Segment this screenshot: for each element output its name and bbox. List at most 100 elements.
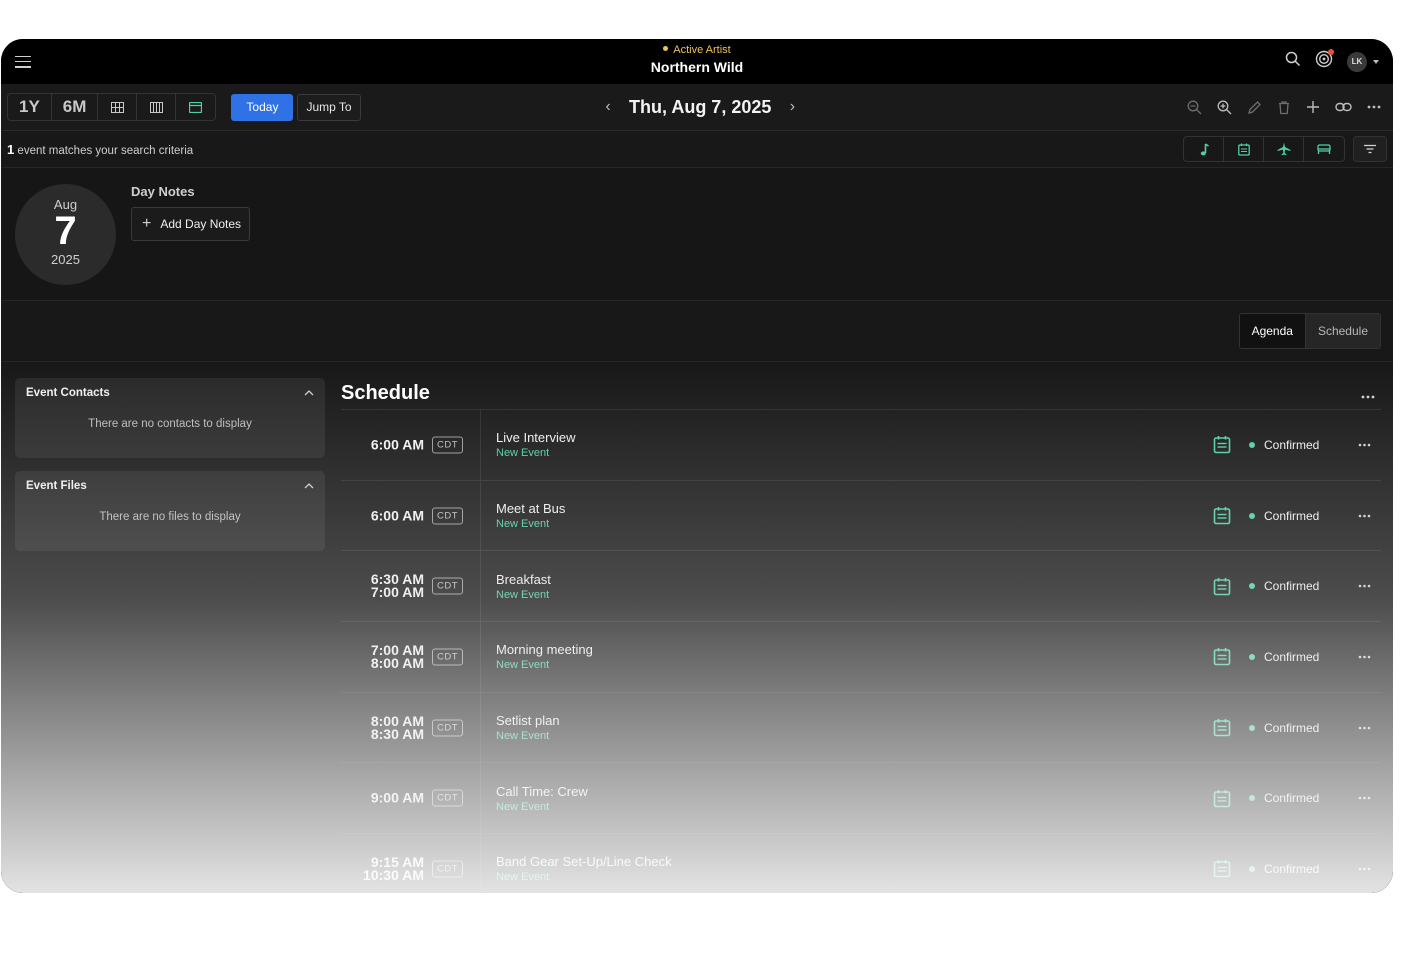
month-grid-view-button[interactable] (98, 94, 138, 120)
schedule-row[interactable]: 8:00 AM 8:30 AM CDT Setlist plan New Event Co… (341, 692, 1381, 764)
calendar-icon (1213, 647, 1231, 666)
row-more-icon[interactable] (1358, 655, 1371, 659)
status-dot (1249, 512, 1255, 519)
artist-header: Active Artist Northern Wild (1, 44, 1393, 77)
event-time-cell: 6:30 AM 7:00 AM CDT (341, 551, 481, 622)
search-icon[interactable] (1285, 51, 1301, 72)
user-menu[interactable]: LK (1347, 51, 1379, 72)
calendar-icon (1213, 718, 1231, 737)
music-filter-button[interactable] (1184, 137, 1224, 161)
event-end-time: 8:30 AM (370, 725, 424, 742)
schedule-row[interactable]: 9:00 AM CDT Call Time: Crew New Event Confir… (341, 763, 1381, 835)
event-status-area: Confirmed (1213, 693, 1371, 763)
event-time-cell: 9:15 AM 10:30 AM CDT (341, 834, 481, 893)
artist-name[interactable]: Northern Wild (1, 57, 1393, 77)
chevron-left-icon[interactable]: ‹ (601, 98, 615, 116)
day-header: Aug 7 2025 Day Notes + Add Day Notes (1, 169, 1393, 301)
trash-icon[interactable] (1277, 100, 1291, 115)
date-badge: Aug 7 2025 (15, 184, 116, 285)
range-1y-button[interactable]: 1Y (8, 94, 52, 120)
schedule-row[interactable]: 9:15 AM 10:30 AM CDT Band Gear Set-Up/Line … (341, 834, 1381, 893)
event-start-time: 6:00 AM (370, 436, 424, 453)
schedule-title: Schedule (341, 382, 430, 404)
link-icon[interactable] (1335, 101, 1352, 113)
status-dot (1249, 724, 1255, 731)
event-time: 6:00 AM (370, 436, 424, 453)
event-status[interactable]: Confirmed (1264, 509, 1342, 523)
row-more-icon[interactable] (1358, 443, 1371, 447)
event-status[interactable]: Confirmed (1264, 650, 1342, 664)
agenda-tab[interactable]: Agenda (1239, 314, 1305, 348)
schedule-row[interactable]: 6:00 AM CDT Meet at Bus New Event Confirmed (341, 480, 1381, 552)
timezone-badge: CDT (432, 436, 464, 454)
menu-icon[interactable] (15, 55, 31, 68)
schedule-tab[interactable]: Schedule (1304, 314, 1380, 348)
event-status[interactable]: Confirmed (1264, 791, 1342, 805)
zoom-in-icon[interactable] (1217, 100, 1232, 115)
event-time: 8:00 AM 8:30 AM (370, 714, 424, 742)
calendar-toolbar: 1Y 6M Today Jump To ‹ Thu, Aug 7, 2025 › (1, 84, 1393, 131)
day-view-icon (189, 101, 203, 113)
event-status[interactable]: Confirmed (1264, 579, 1342, 593)
pencil-icon[interactable] (1247, 100, 1262, 115)
top-bar: Active Artist Northern Wild LK (1, 39, 1393, 84)
caret-down-icon (1373, 59, 1379, 64)
event-end-time: 8:00 AM (370, 654, 424, 671)
row-more-icon[interactable] (1358, 726, 1371, 730)
chevron-up-icon[interactable] (304, 483, 314, 489)
avatar: LK (1347, 51, 1367, 72)
more-icon[interactable] (1367, 105, 1381, 109)
event-status-area: Confirmed (1213, 551, 1371, 621)
event-time: 9:00 AM (371, 791, 424, 805)
event-status-area: Confirmed (1213, 410, 1371, 480)
today-button[interactable]: Today (231, 93, 294, 121)
event-status-area: Confirmed (1213, 763, 1371, 833)
jump-to-button[interactable]: Jump To (297, 93, 361, 121)
schedule-row[interactable]: 6:00 AM CDT Live Interview New Event Confirm… (341, 410, 1381, 481)
notification-badge (1328, 49, 1334, 55)
status-dot (1249, 653, 1255, 660)
timezone-badge: CDT (432, 507, 464, 525)
event-status[interactable]: Confirmed (1264, 438, 1342, 452)
schedule-row[interactable]: 7:00 AM 8:00 AM CDT Morning meeting New Even… (341, 622, 1381, 693)
day-notes-title: Day Notes (131, 184, 195, 199)
current-date: Thu, Aug 7, 2025 (629, 96, 772, 117)
event-start-time: 6:00 AM (370, 507, 424, 524)
search-results-bar: 1 event matches your search criteria (1, 131, 1393, 168)
notifications-target-icon[interactable] (1315, 49, 1334, 73)
calendar-icon (1213, 435, 1231, 454)
range-6m-button[interactable]: 6M (52, 94, 99, 120)
chevron-up-icon[interactable] (304, 390, 314, 396)
travel-filter-button[interactable] (1264, 137, 1304, 161)
timezone-badge: CDT (432, 789, 464, 807)
plus-icon[interactable] (1306, 100, 1320, 114)
row-more-icon[interactable] (1358, 514, 1371, 518)
event-contacts-header[interactable]: Event Contacts (15, 378, 325, 408)
schedule-more-icon[interactable] (1361, 386, 1375, 404)
week-view-button[interactable] (137, 94, 177, 120)
airplane-icon (1277, 142, 1290, 156)
add-day-notes-button[interactable]: + Add Day Notes (131, 207, 251, 241)
date-navigator: ‹ Thu, Aug 7, 2025 › (601, 84, 799, 130)
toolbar-actions (1187, 84, 1381, 130)
calendar-filter-button[interactable] (1224, 137, 1264, 161)
schedule-row[interactable]: 6:30 AM 7:00 AM CDT Breakfast New Event Confi… (341, 551, 1381, 623)
event-time-cell: 6:00 AM CDT (341, 480, 481, 551)
status-dot (1249, 795, 1255, 802)
zoom-out-icon[interactable] (1187, 100, 1202, 115)
filter-icon (1364, 144, 1376, 154)
day-view-button[interactable] (176, 94, 215, 120)
event-files-header[interactable]: Event Files (15, 471, 325, 501)
event-status[interactable]: Confirmed (1264, 862, 1342, 876)
row-more-icon[interactable] (1358, 796, 1371, 800)
row-more-icon[interactable] (1358, 584, 1371, 588)
filter-button[interactable] (1353, 136, 1387, 162)
event-status[interactable]: Confirmed (1264, 721, 1342, 735)
chevron-right-icon[interactable]: › (785, 98, 799, 116)
lodging-filter-button[interactable] (1304, 137, 1344, 161)
view-toggle-bar: Agenda Schedule (1, 301, 1393, 362)
row-more-icon[interactable] (1358, 867, 1371, 871)
status-dot (1249, 583, 1255, 590)
calendar-icon (1213, 789, 1231, 808)
status-dot (1249, 441, 1255, 448)
